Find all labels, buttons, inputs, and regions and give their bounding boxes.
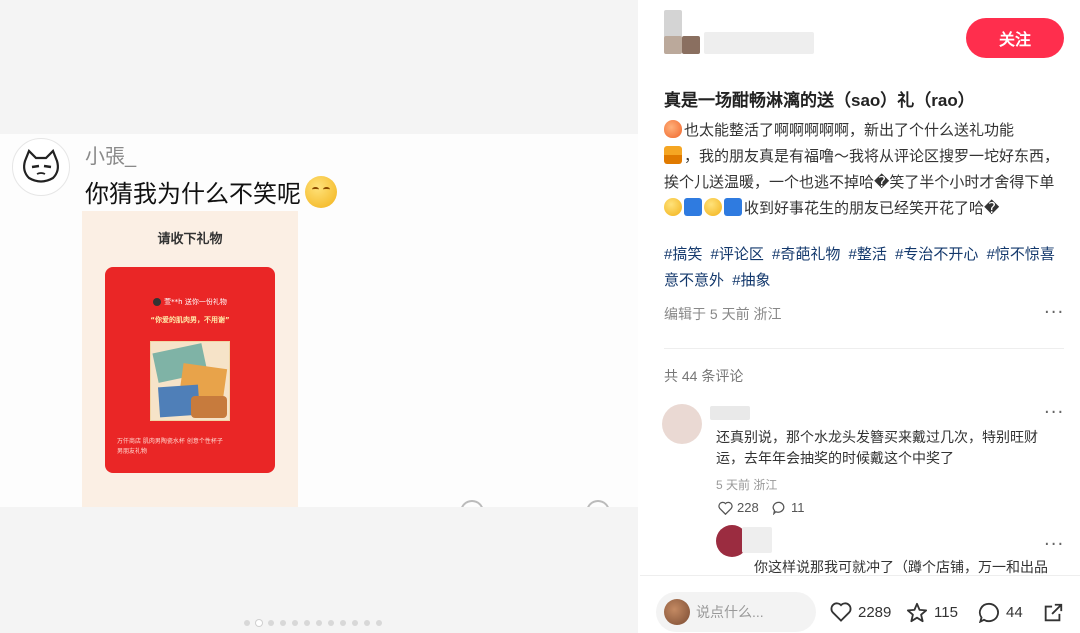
note-body: 也太能整活了啊啊啊啊啊，新出了个什么送礼功能 ，我的朋友真是有福噜～我将从评论区… [664, 118, 1060, 222]
replier-name-blurred[interactable] [742, 527, 772, 553]
commenter-name-blurred[interactable] [710, 406, 750, 420]
sender-avatar-icon [153, 298, 162, 306]
cropped-heart-icon [460, 500, 484, 507]
pagination-dot[interactable] [352, 620, 358, 626]
comment-like-count: 228 [737, 500, 759, 515]
post-image-viewer[interactable]: 小張_ 你猜我为什么不笑呢 请收下礼物 萱**h 送你一份礼物 “你爱的肌肉男，… [0, 0, 638, 633]
note-detail-panel: 关注 真是一场酣畅淋漓的送（sao）礼（rao） 也太能整活了啊啊啊啊啊，新出了… [640, 0, 1080, 633]
tag-link[interactable]: #整活 [849, 246, 887, 263]
comment-input[interactable]: 说点什么... [656, 592, 816, 632]
gift-sender: 萱**h 送你一份礼物 [105, 297, 275, 307]
blue-symbol-icon [724, 198, 742, 216]
shot-username: 小張_ [85, 146, 137, 168]
peach-emoji-icon [664, 120, 682, 138]
tag-link[interactable]: #专治不开心 [895, 246, 978, 263]
tag-link[interactable]: #搞笑 [664, 246, 702, 263]
smile-emoji-icon [664, 198, 682, 216]
heart-icon [830, 602, 852, 622]
heart-icon [718, 501, 733, 515]
gift-card-title: 请收下礼物 [157, 231, 223, 246]
tag-link[interactable]: #奇葩礼物 [772, 246, 840, 263]
comment-like-button[interactable]: 228 [718, 500, 759, 515]
user-avatar [664, 599, 690, 625]
pagination-dot[interactable] [376, 620, 382, 626]
shot-avatar [12, 138, 70, 196]
engagement-bar: 说点什么... 2289 115 44 [640, 575, 1080, 633]
pagination-dot[interactable] [268, 620, 274, 626]
note-body-part3: 收到好事花生的朋友已经笑开花了哈� [744, 200, 1000, 217]
comment-reply-button[interactable]: 11 [772, 500, 805, 515]
comment-more-icon[interactable]: ··· [1044, 534, 1064, 555]
collect-count: 115 [934, 604, 958, 621]
pagination-dot[interactable] [316, 620, 322, 626]
like-count: 2289 [858, 603, 892, 621]
comment-input-placeholder: 说点什么... [696, 604, 764, 620]
pagination-dot[interactable] [304, 620, 310, 626]
comment-count: 共 44 条评论 [664, 368, 744, 384]
post-image: 小張_ 你猜我为什么不笑呢 请收下礼物 萱**h 送你一份礼物 “你爱的肌肉男，… [0, 134, 638, 507]
gift-sender-text: 萱**h 送你一份礼物 [164, 298, 227, 306]
image-pagination-dots[interactable] [244, 620, 382, 626]
note-body-part1: 也太能整活了啊啊啊啊啊，新出了个什么送礼功能 [684, 122, 1015, 139]
comment-button[interactable]: 44 [978, 602, 1023, 623]
pagination-dot[interactable] [328, 620, 334, 626]
more-options-icon[interactable]: ··· [1044, 302, 1064, 323]
pagination-dot[interactable] [340, 620, 346, 626]
gift-emoji-icon [664, 146, 682, 164]
gift-footer-line2: 男朋友礼物 [117, 448, 148, 455]
share-icon [1044, 603, 1063, 622]
shot-message: 你猜我为什么不笑呢 [85, 174, 337, 209]
gift-quote: “你爱的肌肉男，不用谢” [150, 316, 230, 324]
share-button[interactable] [1042, 602, 1064, 624]
author-info-blurred[interactable] [664, 10, 818, 60]
pagination-dot[interactable] [364, 620, 370, 626]
cropped-heart-icon [586, 500, 610, 507]
pagination-dot[interactable] [244, 620, 250, 626]
note-edit-meta: 编辑于 5 天前 浙江 [664, 306, 782, 322]
comment-bubble-icon [772, 501, 785, 515]
pagination-dot[interactable] [292, 620, 298, 626]
comment-reply-count: 11 [791, 500, 805, 515]
collect-button[interactable]: 115 [906, 602, 958, 623]
tag-link[interactable]: #抽象 [732, 272, 770, 289]
cat-doodle-icon [23, 149, 59, 183]
gift-card-red-panel: 萱**h 送你一份礼物 “你爱的肌肉男，不用谢” 万仟商店 肌肉男陶瓷水杯 创意… [105, 267, 275, 473]
smile-emoji-icon [704, 198, 722, 216]
comment-count-bottom: 44 [1006, 604, 1023, 621]
shot-message-text: 你猜我为什么不笑呢 [85, 181, 301, 208]
pagination-dot[interactable] [256, 620, 262, 626]
smile-emoji-icon [305, 175, 337, 208]
gift-card: 请收下礼物 萱**h 送你一份礼物 “你爱的肌肉男，不用谢” 万仟商店 肌肉男陶… [82, 211, 298, 507]
comment-bubble-icon [978, 602, 999, 623]
follow-button[interactable]: 关注 [966, 18, 1064, 58]
gift-footer-line1: 万仟商店 肌肉男陶瓷水杯 创意个性杯子 [117, 438, 223, 445]
divider [664, 348, 1064, 349]
note-title: 真是一场酣畅淋漓的送（sao）礼（rao） [664, 91, 975, 110]
comment-meta: 5 天前 浙江 [716, 478, 778, 492]
comment-more-icon[interactable]: ··· [1044, 402, 1064, 423]
note-body-part2: ，我的朋友真是有福噜～我将从评论区搜罗一坨好东西，挨个儿送温暖，一个也逃不掉哈�… [664, 148, 1060, 191]
blue-symbol-icon [684, 198, 702, 216]
comment-text: 还真别说，那个水龙头发簪买来戴过几次，特别旺财运，去年年会抽奖的时候戴这个中奖了 [716, 429, 1038, 466]
gift-product-image [150, 341, 230, 421]
star-icon [906, 602, 928, 623]
like-button[interactable]: 2289 [830, 602, 891, 622]
pagination-dot[interactable] [280, 620, 286, 626]
commenter-avatar-blurred[interactable] [662, 404, 702, 444]
note-tags: #搞笑 #评论区 #奇葩礼物 #整活 #专治不开心 #惊不惊喜意不意外 #抽象 [664, 242, 1064, 294]
tag-link[interactable]: #评论区 [711, 246, 764, 263]
